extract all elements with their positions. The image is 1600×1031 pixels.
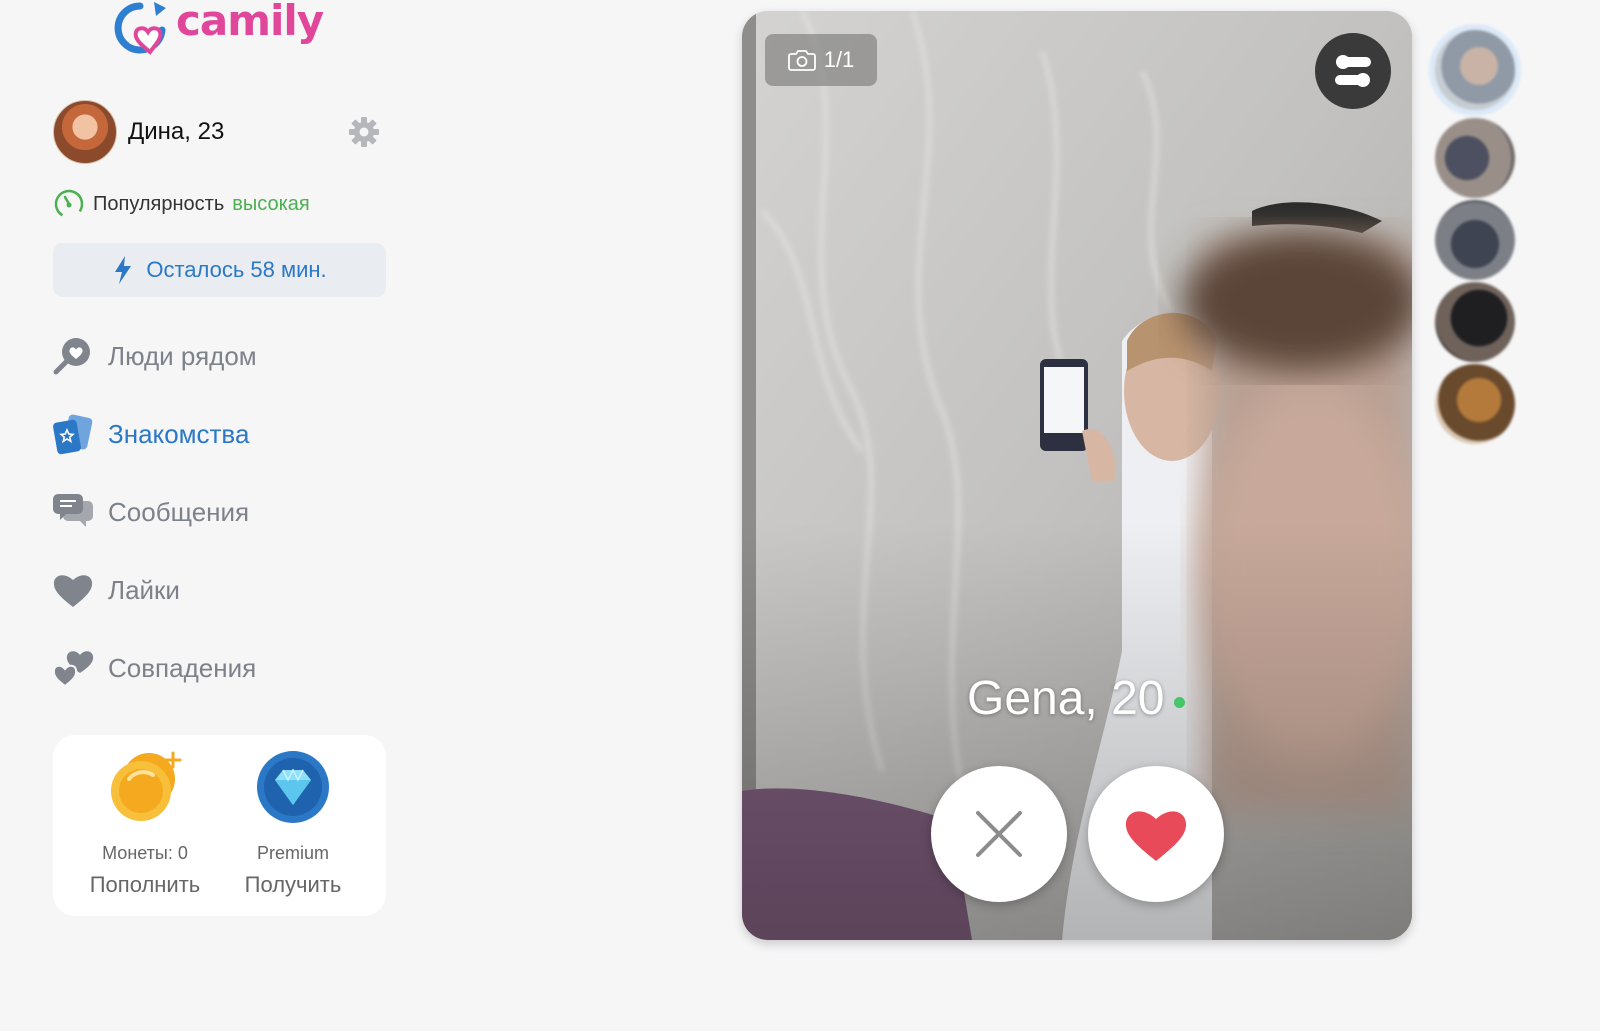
sidebar-item-nearby[interactable]: Люди рядом [52, 332, 392, 380]
candidate-queue [1428, 24, 1522, 446]
coins-icon [111, 751, 182, 821]
close-icon [976, 811, 1022, 857]
chat-bubbles-icon [53, 494, 93, 527]
location-heart-icon [53, 338, 90, 375]
boost-timer-label: Осталось 58 мин. [146, 257, 327, 282]
gear-icon[interactable] [348, 116, 380, 148]
sidebar-item-label: Люди рядом [108, 340, 257, 371]
coins-balance: Монеты: 0 [102, 843, 188, 863]
like-button[interactable] [1088, 766, 1224, 902]
heart-icon [53, 575, 93, 607]
coins-topup[interactable]: Монеты: 0 Пополнить [70, 749, 220, 898]
app-logo[interactable]: camily [110, 0, 324, 58]
sidebar-item-label: Знакомства [108, 418, 250, 449]
candidate-thumbnail[interactable] [1435, 200, 1515, 280]
gauge-icon [54, 189, 84, 219]
card-name-age: Gena, 20 [967, 671, 1186, 726]
cards-icon [53, 414, 93, 455]
sidebar-item-dating[interactable]: Знакомства [52, 410, 392, 458]
sidebar-nav: Люди рядом Знакомства Сообщения Лайки Со… [52, 332, 392, 722]
dislike-button[interactable] [931, 766, 1067, 902]
filter-button[interactable] [1315, 33, 1391, 109]
sidebar-item-messages[interactable]: Сообщения [52, 488, 392, 536]
candidate-thumbnail[interactable] [1435, 364, 1515, 444]
logo-text: camily [176, 0, 324, 45]
candidate-thumbnail[interactable] [1435, 118, 1515, 198]
premium-get[interactable]: Premium Получить [218, 749, 368, 898]
heart-icon [1125, 811, 1187, 861]
lightning-icon [115, 256, 132, 284]
candidate-name: Gena, 20 [967, 672, 1165, 725]
profile-photo [742, 11, 1412, 940]
candidate-thumbnail[interactable] [1435, 282, 1515, 362]
premium-label: Premium [256, 843, 329, 863]
popularity-indicator[interactable]: Популярность высокая [53, 188, 310, 220]
popularity-label: Популярность [93, 192, 225, 215]
candidate-thumbnail[interactable] [1429, 24, 1521, 116]
profile-card[interactable]: 1/1 Gena, 20 [742, 11, 1412, 940]
sidebar-item-label: Сообщения [108, 496, 250, 527]
online-indicator [1174, 697, 1186, 708]
diamond-badge-icon [257, 751, 329, 823]
sidebar-item-likes[interactable]: Лайки [52, 566, 392, 614]
photo-counter: 1/1 [765, 34, 877, 86]
sidebar-item-label: Лайки [108, 574, 180, 605]
dating-app-page: camily Дина, 23 Популярность высокая Ост… [0, 0, 1600, 1031]
boost-timer-button[interactable]: Осталось 58 мин. [53, 243, 386, 297]
sidebar-item-label: Совпадения [108, 652, 257, 683]
popularity-value: высокая [232, 192, 310, 215]
camera-icon [787, 50, 816, 71]
profile-name[interactable]: Дина, 23 [128, 118, 348, 146]
get-premium-link[interactable]: Получить [218, 872, 368, 898]
filter-toggle-icon [1335, 55, 1371, 87]
sidebar-item-matches[interactable]: Совпадения [52, 644, 392, 692]
two-hearts-icon [52, 651, 94, 688]
logo-mark-icon [114, 2, 166, 55]
user-profile[interactable]: Дина, 23 [53, 100, 386, 164]
photo-counter-text: 1/1 [823, 47, 855, 72]
avatar[interactable] [53, 100, 117, 164]
wallet-panel: Монеты: 0 Пополнить Premium Получить [53, 735, 386, 916]
topup-link[interactable]: Пополнить [70, 872, 220, 898]
